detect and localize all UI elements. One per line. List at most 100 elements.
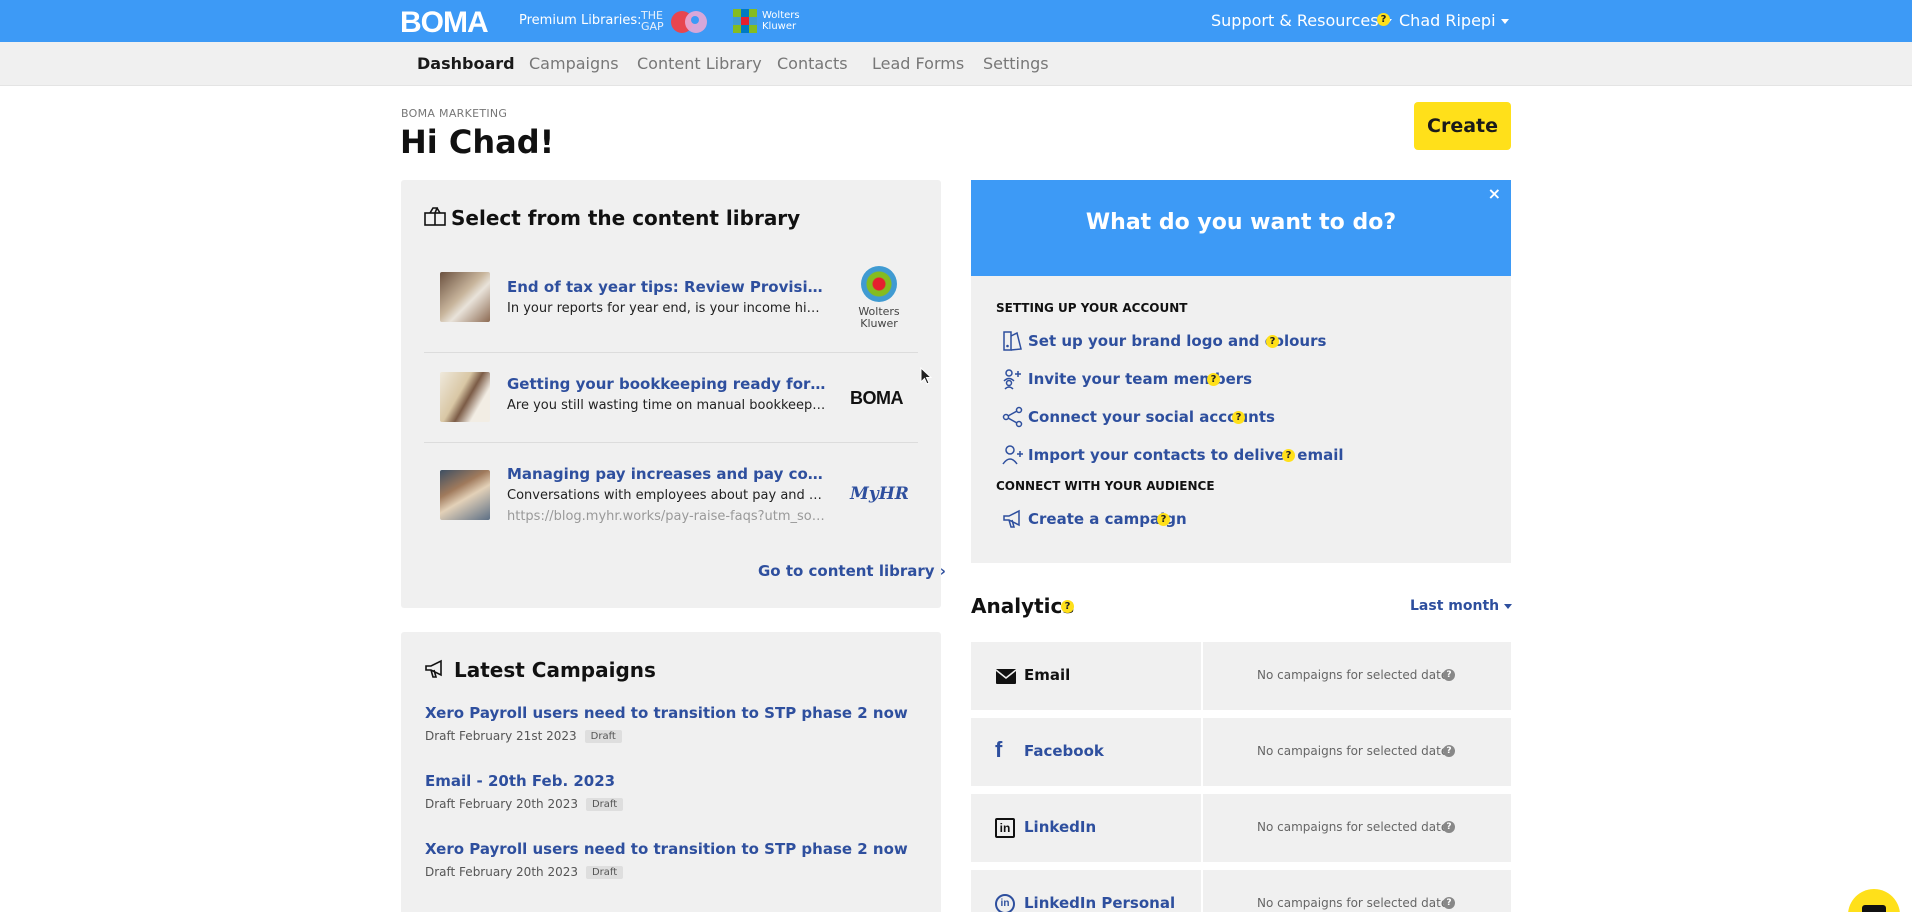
info-icon[interactable]: ?: [1443, 745, 1455, 757]
content-library-title: Select from the content library: [451, 206, 801, 230]
linkedin-icon: in: [995, 818, 1015, 838]
share-icon: [1002, 406, 1023, 428]
create-button[interactable]: Create: [1414, 102, 1511, 150]
add-user-icon: [1002, 445, 1023, 465]
wolters-kluwer-grid-icon: [733, 9, 757, 33]
org-label: BOMA MARKETING: [401, 107, 508, 120]
campaign-meta: Draft February 20th 2023 Draft: [425, 797, 624, 811]
main-nav: Dashboard Campaigns Content Library Cont…: [0, 42, 1912, 86]
campaign-date: Draft February 20th 2023: [425, 865, 578, 879]
nav-settings[interactable]: Settings: [983, 54, 1049, 73]
divider: [424, 352, 918, 353]
library-item[interactable]: Getting your bookkeeping ready for a dig…: [424, 362, 918, 434]
status-badge: Draft: [584, 730, 622, 743]
campaign-meta: Draft February 21st 2023 Draft: [425, 729, 622, 743]
campaign-title[interactable]: Xero Payroll users need to transition to…: [425, 704, 908, 722]
wk-text-line-2: Kluwer: [762, 21, 797, 32]
the-gap-circles-icon: [671, 9, 711, 33]
support-resources-menu[interactable]: Support & Resources: [1211, 11, 1392, 30]
action-import-contacts-link[interactable]: Import your contacts to deliver email: [1028, 446, 1343, 464]
boma-source-logo: BOMA: [850, 388, 904, 408]
campaign-title[interactable]: Email - 20th Feb. 2023: [425, 772, 615, 790]
divider: [1201, 642, 1203, 710]
help-icon[interactable]: ?: [1157, 513, 1170, 526]
chevron-down-icon: [1500, 19, 1509, 24]
the-gap-logo[interactable]: THE GAP: [641, 8, 711, 34]
megaphone-icon: [425, 659, 442, 678]
chevron-down-icon: [1504, 603, 1513, 609]
analytics-row-linkedin-personal[interactable]: in LinkedIn Personal No campaigns for se…: [971, 870, 1511, 912]
divider: [1201, 794, 1203, 862]
email-icon: [995, 669, 1017, 684]
article-title[interactable]: Getting your bookkeeping ready for a dig…: [507, 375, 827, 393]
analytics-status: No campaigns for selected dates: [1257, 744, 1455, 758]
info-icon[interactable]: ?: [1443, 669, 1455, 681]
info-icon[interactable]: ?: [1443, 897, 1455, 909]
article-description: Are you still wasting time on manual boo…: [507, 398, 827, 413]
analytics-row-facebook[interactable]: f Facebook No campaigns for selected dat…: [971, 718, 1511, 786]
wolters-kluwer-logo-text: Wolters Kluwer: [762, 10, 800, 32]
period-dropdown[interactable]: Last month: [1410, 598, 1513, 614]
what-do-you-want-title: What do you want to do?: [1085, 210, 1397, 235]
status-badge: Draft: [585, 798, 624, 811]
brand-palette-icon: [1003, 331, 1022, 351]
myhr-source-logo: MyHR: [850, 484, 909, 504]
help-icon[interactable]: ?: [1207, 373, 1220, 386]
wolters-kluwer-globe-icon: [861, 266, 897, 302]
facebook-icon: f: [995, 737, 1003, 762]
nav-dashboard[interactable]: Dashboard: [417, 54, 515, 73]
analytics-row-linkedin[interactable]: in LinkedIn No campaigns for selected da…: [971, 794, 1511, 862]
analytics-status: No campaigns for selected dates: [1257, 668, 1455, 682]
chat-widget-button[interactable]: [1848, 889, 1900, 912]
status-badge: Draft: [585, 866, 624, 879]
help-icon[interactable]: ?: [1266, 335, 1279, 348]
article-thumbnail: [440, 372, 490, 422]
analytics-status: No campaigns for selected dates: [1257, 820, 1455, 834]
nav-campaigns[interactable]: Campaigns: [529, 54, 619, 73]
wolters-kluwer-logo[interactable]: Wolters Kluwer: [733, 9, 800, 33]
article-description: Conversations with employees about pay a…: [507, 488, 827, 503]
help-icon[interactable]: ?: [1232, 411, 1245, 424]
article-title[interactable]: Managing pay increases and pay conversat…: [507, 465, 827, 483]
section-label-audience: CONNECT WITH YOUR AUDIENCE: [996, 479, 1215, 493]
campaign-meta: Draft February 20th 2023 Draft: [425, 865, 624, 879]
user-menu[interactable]: Chad Ripepi: [1399, 11, 1509, 30]
library-item[interactable]: Managing pay increases and pay conversat…: [424, 452, 918, 542]
help-icon[interactable]: ?: [1282, 449, 1295, 462]
article-url: https://blog.myhr.works/pay-raise-faqs?u…: [507, 509, 827, 524]
close-icon[interactable]: ×: [1488, 184, 1501, 203]
team-icon: [1003, 369, 1021, 390]
campaign-title[interactable]: Xero Payroll users need to transition to…: [425, 840, 908, 858]
library-item[interactable]: End of tax year tips: Review Provisional…: [424, 262, 918, 334]
help-icon[interactable]: ?: [1377, 13, 1390, 26]
period-value: Last month: [1410, 598, 1500, 614]
article-thumbnail: [440, 470, 490, 520]
analytics-row-email[interactable]: Email No campaigns for selected dates ?: [971, 642, 1511, 710]
linkedin-personal-icon: in: [995, 894, 1015, 912]
section-label-setup: SETTING UP YOUR ACCOUNT: [996, 301, 1188, 315]
help-icon[interactable]: ?: [1061, 600, 1074, 613]
nav-lead-forms[interactable]: Lead Forms: [872, 54, 964, 73]
mouse-cursor-icon: [920, 367, 932, 385]
support-resources-label: Support & Resources: [1211, 11, 1379, 30]
analytics-label: Email: [1024, 666, 1071, 684]
the-gap-logo-text: THE GAP: [641, 9, 664, 33]
page-title: Hi Chad!: [400, 123, 555, 161]
user-name: Chad Ripepi: [1399, 11, 1496, 30]
library-box-icon: [424, 207, 446, 226]
analytics-label: Facebook: [1024, 742, 1104, 760]
wk-text-line-1: Wolters: [762, 10, 800, 21]
go-to-content-library-link[interactable]: Go to content library ›: [758, 562, 946, 580]
analytics-title: Analytics: [971, 594, 1075, 618]
chat-icon: [1862, 905, 1886, 912]
article-title[interactable]: End of tax year tips: Review Provisional…: [507, 278, 827, 296]
analytics-label: LinkedIn: [1024, 818, 1097, 836]
nav-contacts[interactable]: Contacts: [777, 54, 848, 73]
premium-libraries-label: Premium Libraries:: [519, 13, 642, 28]
action-brand-logo-link[interactable]: Set up your brand logo and colours: [1028, 332, 1326, 350]
info-icon[interactable]: ?: [1443, 821, 1455, 833]
divider: [424, 442, 918, 443]
boma-logo[interactable]: BOMA: [400, 6, 489, 40]
wolters-kluwer-source-logo: Wolters Kluwer: [854, 266, 904, 332]
nav-content-library[interactable]: Content Library: [637, 54, 762, 73]
